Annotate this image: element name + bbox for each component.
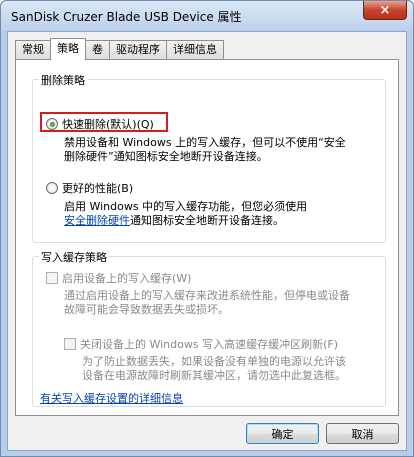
cancel-button[interactable]: 取消 (326, 423, 399, 444)
removal-policy-legend: 删除策略 (39, 72, 87, 88)
better-performance-desc-2: 安全删除硬件通知图标安全地断开设备连接。 (64, 214, 284, 228)
policies-panel: 删除策略 快速删除(默认)(Q) 禁用设备和 Windows 上的写入缓存，但可… (15, 59, 399, 416)
checkbox-box (64, 338, 76, 350)
dialog-client-area: 常规 策略 卷 驱动程序 详细信息 删除策略 快速删除(默认)(Q) 禁用设备和… (7, 31, 407, 451)
quick-removal-desc-1: 禁用设备和 Windows 上的写入缓存，但可以不使用“安全 (64, 136, 346, 149)
tab-volumes[interactable]: 卷 (85, 40, 110, 60)
safely-remove-hardware-link[interactable]: 安全删除硬件 (64, 214, 130, 227)
tab-strip: 常规 策略 卷 驱动程序 详细信息 (15, 38, 224, 60)
tab-driver[interactable]: 驱动程序 (109, 40, 167, 60)
radio-unselected-indicator (46, 182, 58, 194)
tab-general[interactable]: 常规 (15, 40, 51, 60)
close-icon: × (379, 2, 391, 18)
checkbox-box (46, 272, 58, 284)
better-performance-label: 更好的性能(B) (62, 182, 134, 195)
disable-buffer-flush-desc-2: 设备在电源故障时刷新其缓冲区，请勿选中此复选框。 (82, 369, 346, 382)
properties-window: SanDisk Cruzer Blade USB Device 属性 × 常规 … (0, 0, 414, 457)
close-button[interactable]: × (363, 1, 407, 20)
write-cache-details-link-row: 有关写入缓存设置的详细信息 (40, 392, 183, 406)
better-performance-radio[interactable]: 更好的性能(B) (46, 180, 133, 196)
quick-removal-desc-2: 删除硬件”通知图标安全地断开设备连接。 (64, 150, 268, 163)
ok-button[interactable]: 确定 (246, 423, 319, 444)
tab-policies[interactable]: 策略 (50, 38, 86, 60)
enable-write-cache-checkbox[interactable]: 启用设备上的写入缓存(W) (46, 270, 191, 286)
enable-write-cache-label: 启用设备上的写入缓存(W) (62, 272, 192, 285)
quick-removal-label: 快速删除(默认)(Q) (62, 118, 154, 131)
write-cache-legend: 写入缓存策略 (39, 249, 109, 265)
better-performance-desc-1: 启用 Windows 中的写入缓存功能，但您必须使用 (64, 200, 308, 213)
disable-buffer-flush-checkbox[interactable]: 关闭设备上的 Windows 写入高速缓存缓冲区刷新(F) (64, 336, 338, 352)
title-bar[interactable]: SanDisk Cruzer Blade USB Device 属性 × (1, 1, 413, 31)
radio-selected-indicator (46, 118, 58, 130)
window-title: SanDisk Cruzer Blade USB Device 属性 (11, 10, 242, 24)
disable-buffer-flush-label: 关闭设备上的 Windows 写入高速缓存缓冲区刷新(F) (80, 338, 339, 351)
disable-buffer-flush-desc-1: 为了防止数据丢失，如果设备没有单独的电源以允许该 (82, 355, 346, 368)
quick-removal-radio[interactable]: 快速删除(默认)(Q) (46, 116, 154, 132)
enable-write-cache-desc-2: 故障可能会导致数据丢失或损坏。 (64, 303, 229, 316)
write-cache-details-link[interactable]: 有关写入缓存设置的详细信息 (40, 392, 183, 405)
better-performance-desc-2-rest: 通知图标安全地断开设备连接。 (130, 214, 284, 227)
tab-details[interactable]: 详细信息 (166, 40, 224, 60)
enable-write-cache-desc-1: 通过启用设备上的写入缓存来改进系统性能，但停电或设备 (64, 289, 350, 302)
